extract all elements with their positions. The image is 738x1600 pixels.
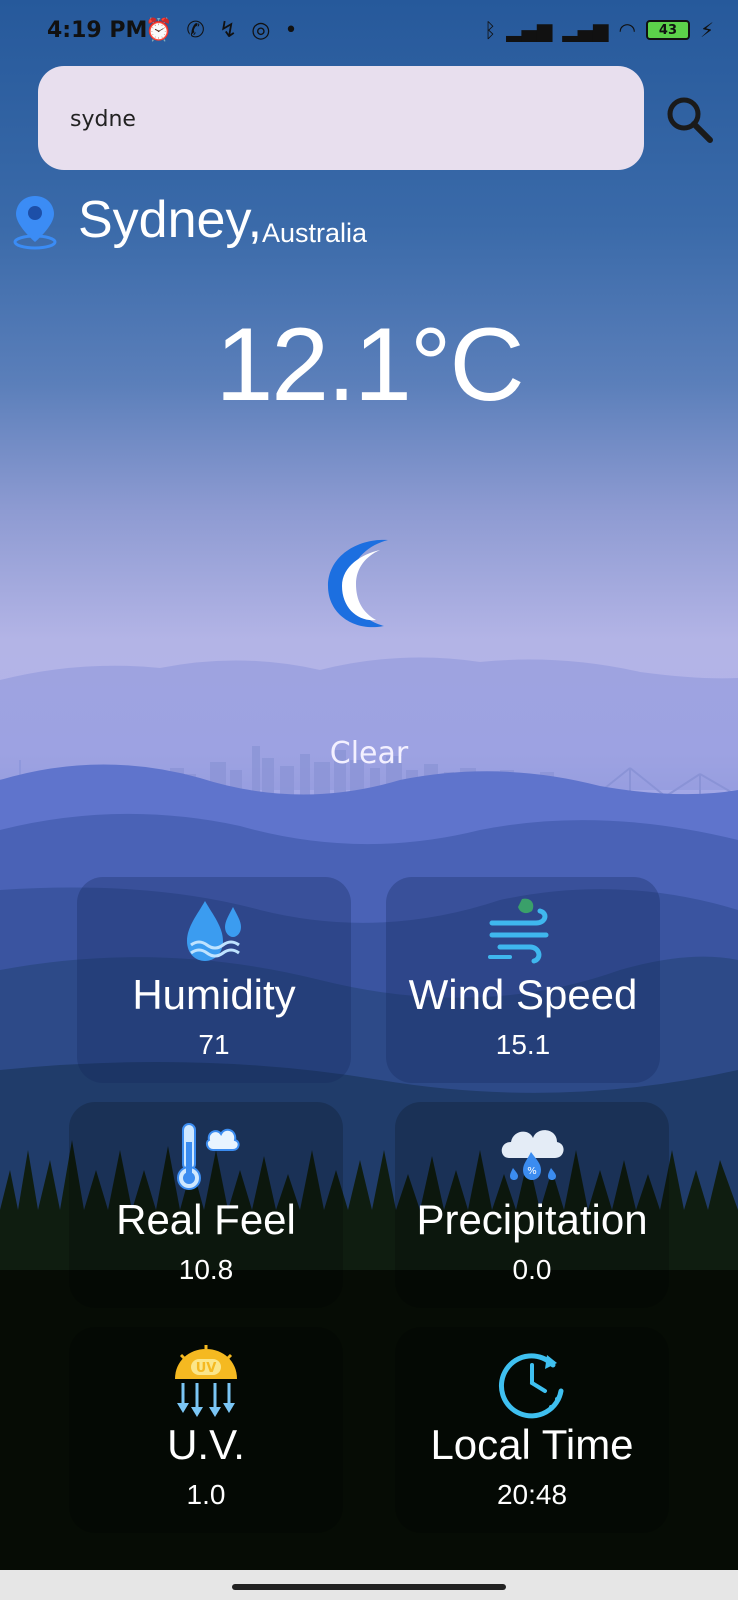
alarm-icon: ⏰ <box>145 18 173 43</box>
local-time-value: 20:48 <box>496 1479 568 1510</box>
system-icons: ᛒ ▂▄▆ ▂▄▆ ◠ 43 ⚡ <box>484 18 714 42</box>
humidity-icon <box>187 901 241 961</box>
whatsapp-icon: ✆ <box>186 18 205 43</box>
wind-speed-value: 15.1 <box>495 1029 551 1060</box>
precipitation-icon: % <box>501 1130 564 1180</box>
search-input[interactable] <box>68 102 612 136</box>
dot-icon: • <box>284 18 298 43</box>
charging-icon: ⚡ <box>699 18 714 42</box>
search-icon[interactable] <box>664 94 716 146</box>
clock-icon <box>498 1353 564 1419</box>
location-pin-icon <box>13 196 57 250</box>
country-name: Australia <box>262 218 368 248</box>
real-feel-value: 10.8 <box>178 1254 234 1285</box>
temperature: 12.1°C <box>215 307 524 423</box>
humidity-value: 71 <box>198 1029 230 1060</box>
status-bar: 4:19 PM ⏰ ✆ ↯ ◎ • ᛒ ▂▄▆ ▂▄▆ ◠ 43 ⚡ <box>0 0 738 64</box>
svg-text:%: % <box>527 1166 537 1177</box>
wind-speed-label: Wind Speed <box>408 971 638 1018</box>
signal-icon: ▂▄▆ <box>506 18 553 42</box>
svg-text:UV: UV <box>196 1361 217 1376</box>
local-time-card: Local Time 20:48 <box>395 1327 669 1533</box>
local-time-label: Local Time <box>430 1421 634 1468</box>
status-time: 4:19 PM <box>47 18 148 43</box>
wifi-icon: ◠ <box>618 18 636 42</box>
moon-icon <box>328 539 388 628</box>
uv-label: U.V. <box>167 1421 245 1468</box>
trend-icon: ↯ <box>218 18 238 43</box>
search-box[interactable] <box>38 66 644 170</box>
weather-condition: Clear <box>329 736 409 771</box>
uv-value: 1.0 <box>186 1479 226 1510</box>
notification-icons: ⏰ ✆ ↯ ◎ • <box>145 18 297 43</box>
precipitation-label: Precipitation <box>416 1196 648 1243</box>
precipitation-card: % Precipitation 0.0 <box>395 1102 669 1308</box>
navigation-bar <box>0 1570 738 1600</box>
uv-sun-icon: UV <box>175 1345 237 1417</box>
city-name: Sydney, <box>78 191 263 249</box>
wind-icon <box>488 898 549 964</box>
wind-speed-card: Wind Speed 15.1 <box>386 877 660 1083</box>
humidity-card: Humidity 71 <box>77 877 351 1083</box>
home-gesture-handle[interactable] <box>232 1584 506 1590</box>
signal-icon-2: ▂▄▆ <box>562 18 609 42</box>
thermometer-icon <box>177 1123 240 1190</box>
battery-icon: 43 <box>645 20 690 40</box>
uv-card: UV U.V. 1.0 <box>69 1327 343 1533</box>
real-feel-card: Real Feel 10.8 <box>69 1102 343 1308</box>
precipitation-value: 0.0 <box>512 1254 552 1285</box>
target-icon: ◎ <box>251 18 271 43</box>
humidity-label: Humidity <box>132 971 296 1018</box>
real-feel-label: Real Feel <box>116 1196 296 1243</box>
bluetooth-icon: ᛒ <box>484 18 497 42</box>
